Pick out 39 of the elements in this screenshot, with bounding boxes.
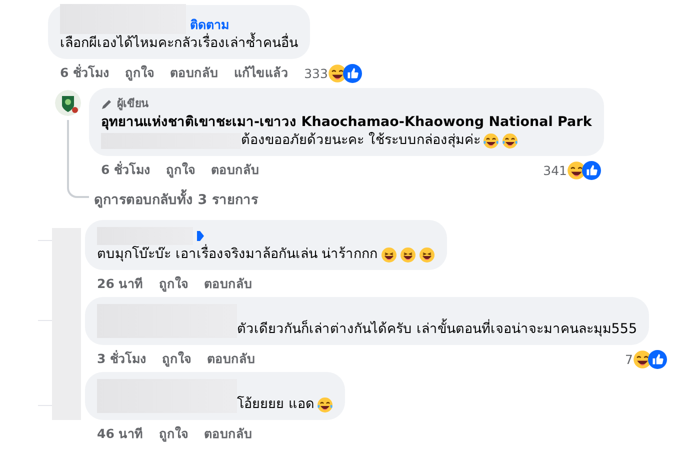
reply-link[interactable]: ตอบกลับ: [204, 274, 252, 294]
reply-link[interactable]: ตอบกลับ: [211, 160, 260, 180]
like-link[interactable]: ถูกใจ: [158, 424, 188, 444]
reply-link[interactable]: ตอบกลับ: [204, 424, 252, 444]
reply-link[interactable]: ตอบกลับ: [207, 349, 256, 369]
reaction-count[interactable]: 7: [625, 352, 633, 366]
grinning-emoji-icon: [380, 247, 397, 263]
author-name[interactable]: อุทยานแห่งชาติเขาชะเมา-เขาวง Khaochamao-Khaowong National Park: [101, 113, 592, 131]
edited-label: แก้ไขแล้ว: [234, 64, 288, 82]
thumbs-up-icon: [648, 350, 667, 368]
like-link[interactable]: ถูกใจ: [166, 160, 196, 180]
timestamp-link[interactable]: 6 ชั่วโมง: [101, 160, 150, 180]
reaction-count[interactable]: 341: [543, 162, 567, 178]
timestamp-link[interactable]: 46 นาที: [97, 424, 143, 444]
like-link[interactable]: ถูกใจ: [158, 274, 188, 294]
follow-link[interactable]: ติดตาม: [190, 16, 229, 34]
reply-link[interactable]: ตอบกลับ: [170, 63, 218, 83]
comment-text: เลือกผีเองได้ไหมคะกลัวเรื่องเล่าซ้ำคนอื่น: [60, 34, 298, 52]
thumbs-up-icon: [582, 160, 601, 180]
laughing-tears-emoji-icon: [483, 133, 500, 149]
comment-text: โอ้ยยยย แอด: [237, 395, 314, 413]
like-link[interactable]: ถูกใจ: [125, 63, 154, 83]
comment-text: ตัวเดียวกันก็เล่าต่างกันได้ครับ เล่าขั้นตอนที่เจอน่าจะมาคนละมุม555: [237, 320, 638, 338]
thumbs-up-icon: [342, 64, 362, 82]
emblem-avatar[interactable]: [55, 90, 81, 116]
timestamp-link[interactable]: 6 ชั่วโมง: [60, 63, 110, 83]
laughing-tears-emoji-icon: [502, 133, 518, 149]
comment-text: ต้องขออภัยด้วยนะคะ ใช้ระบบกล่องสุ่มค่ะ: [241, 131, 480, 149]
like-link[interactable]: ถูกใจ: [162, 349, 192, 369]
author-role-label: ผู้เขียน: [117, 96, 149, 112]
reaction-count[interactable]: 333: [304, 66, 328, 80]
view-replies-link[interactable]: ดูการตอบกลับทั้ง 3 รายการ: [89, 179, 258, 210]
grinning-emoji-icon: [418, 247, 435, 263]
timestamp-link[interactable]: 26 นาที: [97, 274, 143, 294]
grinning-emoji-icon: [400, 247, 416, 263]
laughing-tears-emoji-icon: [317, 397, 334, 413]
timestamp-link[interactable]: 3 ชั่วโมง: [97, 349, 146, 369]
pencil-icon: [101, 98, 113, 110]
comment-text: ตบมุกโบ๊ะบ๊ะ เอาเรื่องจริงมาล้อกันเล่น น่าร้ากกก: [97, 245, 378, 263]
